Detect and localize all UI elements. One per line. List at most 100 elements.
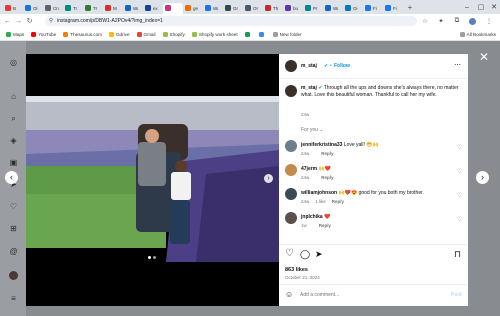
home-icon[interactable]: ⌂	[8, 91, 19, 102]
commenter-avatar[interactable]	[285, 188, 297, 200]
comment-like-icon[interactable]: ♡	[457, 168, 462, 175]
instagram-logo-icon[interactable]: ◎	[8, 57, 19, 68]
bookmark-item[interactable]: Shopify work sheet	[191, 31, 238, 37]
explore-icon[interactable]: ◈	[8, 135, 19, 146]
browser-tab[interactable]: OI	[243, 3, 263, 14]
browser-tab[interactable]: Wi	[323, 3, 343, 14]
next-image-icon[interactable]: ›	[264, 174, 273, 183]
author-username[interactable]: m_staj	[301, 63, 317, 69]
previous-post-icon[interactable]: ‹	[5, 171, 18, 184]
bookmark-item[interactable]: Thesaurus.com	[63, 31, 102, 37]
profile-avatar[interactable]	[9, 271, 18, 280]
more-menu-icon[interactable]: ≡	[8, 293, 19, 304]
bookmark-item[interactable]	[244, 31, 252, 37]
reels-icon[interactable]: ▣	[8, 157, 19, 168]
for-you-dropdown[interactable]: For you ⌄	[301, 127, 324, 133]
browser-tab[interactable]: Fi	[363, 3, 383, 14]
post-image[interactable]: ›	[26, 54, 279, 306]
divider	[279, 244, 468, 245]
address-bar[interactable]: ⚲ instagram.com/p/DBW1-A2POv4/?img_index…	[45, 16, 417, 26]
commenter-avatar[interactable]	[285, 140, 297, 152]
bookmark-item[interactable]: YouTube	[31, 31, 56, 37]
extension-icon[interactable]: ✦	[436, 15, 446, 27]
bookmark-item[interactable]: Maps	[6, 31, 24, 37]
likes-count[interactable]: 863 likes	[285, 267, 308, 273]
browser-tab[interactable]	[163, 2, 183, 14]
commenter-avatar[interactable]	[285, 164, 297, 176]
tab-favicon-icon	[45, 5, 51, 11]
comment-icon[interactable]: ◯	[300, 249, 310, 260]
browser-tab[interactable]: Pr	[303, 3, 323, 14]
browser-tab[interactable]: Cn	[43, 3, 63, 14]
close-window-icon[interactable]: ✕	[487, 0, 500, 14]
back-icon[interactable]: ←	[2, 15, 13, 27]
bookmark-item[interactable]: Gmail	[136, 31, 156, 37]
reply-button[interactable]: Reply	[319, 223, 331, 228]
comment-like-icon[interactable]: ♡	[457, 144, 462, 151]
browser-tab[interactable]: M	[103, 3, 123, 14]
menu-icon[interactable]: ⋮	[484, 15, 494, 27]
reply-button[interactable]: Reply	[321, 175, 333, 180]
comment-like-icon[interactable]: ♡	[457, 192, 462, 199]
browser-tab[interactable]: B	[3, 3, 23, 14]
bookmark-item[interactable]: Shopify	[162, 31, 185, 37]
browser-tab[interactable]: Tr	[83, 3, 103, 14]
commenter-username[interactable]: 47jerm	[301, 166, 317, 172]
all-bookmarks[interactable]: All Bookmarks	[459, 28, 496, 41]
extensions-puzzle-icon[interactable]: ⧉	[452, 15, 462, 27]
threads-icon[interactable]: @	[8, 246, 19, 257]
comment-meta: 24w Reply	[301, 151, 334, 156]
notifications-icon[interactable]: ♡	[8, 201, 19, 212]
follow-button[interactable]: Follow	[334, 63, 350, 69]
tab-favicon-icon	[145, 5, 151, 11]
browser-tab[interactable]: bu	[283, 3, 303, 14]
emoji-icon[interactable]: ☺	[285, 290, 293, 299]
search-icon[interactable]: ⌕	[8, 113, 19, 124]
commenter-username[interactable]: williamjohnson	[301, 190, 337, 196]
comment-like-icon[interactable]: ♡	[457, 216, 462, 223]
browser-tab[interactable]: ex	[143, 3, 163, 14]
more-options-icon[interactable]: ⋯	[454, 61, 461, 69]
caption-username[interactable]: m_staj	[301, 85, 317, 91]
commenter-username[interactable]: jenniferkristina33	[301, 142, 342, 148]
maximize-icon[interactable]: ▢	[474, 0, 488, 14]
browser-tab[interactable]: Th	[263, 3, 283, 14]
bookmark-item[interactable]	[258, 31, 266, 37]
next-post-icon[interactable]: ›	[476, 171, 489, 184]
browser-tab[interactable]: Gr	[223, 3, 243, 14]
browser-tab[interactable]: ge	[183, 3, 203, 14]
save-icon[interactable]: ⊓	[454, 249, 461, 260]
browser-tab-strip: B Ol Cn Tr Tr M Wi ex ge Wi Gr OI Th bu Pr Wi Oi Fi Fi +	[0, 0, 500, 14]
comment-likes[interactable]: 1 like	[315, 199, 326, 204]
profile-icon[interactable]	[467, 15, 477, 27]
browser-tab[interactable]: Wi	[123, 3, 143, 14]
bookmark-label: Shopify work sheet	[198, 31, 238, 37]
commenter-avatar[interactable]	[285, 212, 297, 224]
minimize-icon[interactable]: –	[460, 0, 474, 14]
browser-tab[interactable]: Fi	[383, 3, 403, 14]
reload-icon[interactable]: ↻	[24, 15, 35, 27]
caption-avatar[interactable]	[285, 85, 297, 97]
create-icon[interactable]: ⊞	[8, 223, 19, 234]
forward-icon[interactable]: →	[13, 15, 24, 27]
add-comment-input[interactable]: Add a comment...	[300, 292, 339, 298]
browser-tab[interactable]: Tr	[63, 3, 83, 14]
star-icon[interactable]: ☆	[420, 15, 430, 27]
browser-tab[interactable]: Ol	[23, 3, 43, 14]
reply-button[interactable]: Reply	[332, 199, 344, 204]
bookmark-item[interactable]: Gdrive	[108, 31, 130, 37]
commenter-username[interactable]: jnplchika	[301, 214, 323, 220]
tab-favicon-icon	[245, 5, 251, 11]
like-icon[interactable]: ♡	[285, 248, 294, 259]
post-comment-button[interactable]: Post	[451, 292, 462, 298]
author-avatar[interactable]	[285, 60, 297, 72]
new-tab-icon[interactable]: +	[405, 3, 415, 12]
browser-tab[interactable]: Oi	[343, 3, 363, 14]
reply-button[interactable]: Reply	[321, 151, 333, 156]
share-icon[interactable]: ➤	[315, 249, 323, 260]
bookmark-favicon-icon	[63, 31, 69, 37]
browser-tab[interactable]: Wi	[203, 3, 223, 14]
close-icon[interactable]: ✕	[478, 51, 490, 63]
bookmark-item[interactable]: New folder	[272, 31, 302, 37]
site-info-icon[interactable]: ⚲	[49, 18, 53, 24]
